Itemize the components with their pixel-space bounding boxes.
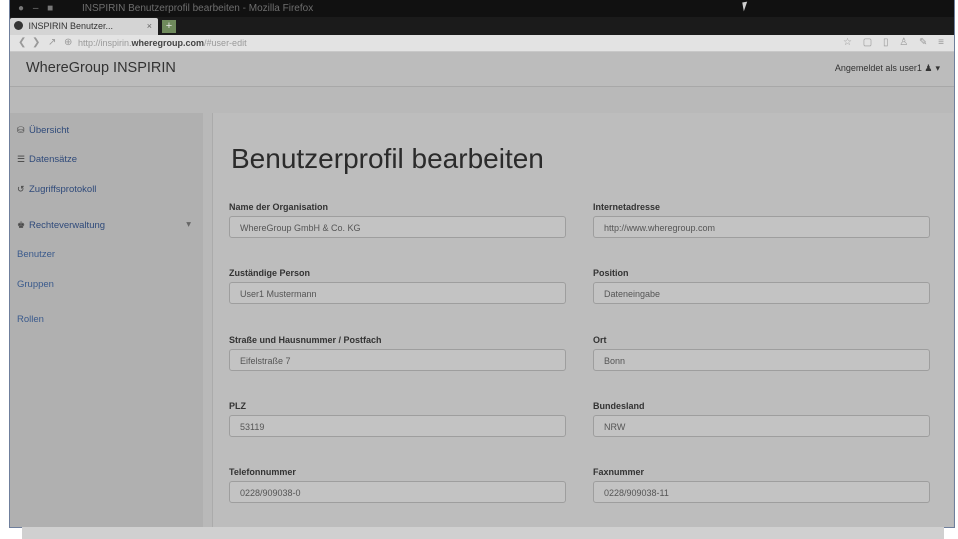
person-input[interactable]: User1 Mustermann (229, 282, 566, 304)
reload-icon[interactable]: ↗ (48, 35, 56, 51)
app-brand[interactable]: WhereGroup INSPIRIN (26, 60, 176, 76)
window-shadow (22, 527, 944, 539)
sidebar-item-rechteverwaltung[interactable]: ♚ Rechteverwaltung ▾ (10, 213, 203, 237)
field-ort: Ort Bonn (593, 335, 930, 371)
toolbar-icons[interactable]: ☆ ▢ ▯ ♙ ✎ ≡ (843, 35, 948, 51)
sidebar-item-label: Gruppen (17, 279, 54, 290)
globe-icon: ⊕ (64, 37, 73, 48)
position-input[interactable]: Dateneingabe (593, 282, 930, 304)
url-bar[interactable]: http://inspirin.wheregroup.com/#user-edi… (78, 35, 247, 51)
forward-icon[interactable]: ❯ (32, 35, 40, 51)
favicon-icon (14, 21, 23, 30)
sidebar-item-label: Übersicht (29, 125, 70, 136)
sidebar-item-benutzer[interactable]: Benutzer (10, 243, 210, 267)
window-title: INSPIRIN Benutzerprofil bearbeiten - Moz… (82, 3, 314, 14)
field-label: Zuständige Person (229, 268, 311, 278)
field-label: Faxnummer (593, 467, 645, 477)
sidebar-item-rollen[interactable]: Rollen (10, 308, 210, 332)
field-plz: PLZ 53119 (229, 401, 566, 437)
sidebar-item-label: Rechteverwaltung (29, 220, 106, 231)
field-label: Bundesland (593, 401, 645, 411)
field-telefon: Telefonnummer 0228/909038-0 (229, 467, 566, 503)
field-strasse: Straße und Hausnummer / Postfach Eifelst… (229, 335, 566, 371)
main-content: Benutzerprofil bearbeiten Name der Organ… (212, 113, 953, 527)
user-menu[interactable]: Angemeldet als user1 ♟ ▾ (835, 63, 940, 74)
tab-label: INSPIRIN Benutzer... (28, 21, 114, 31)
field-label: Telefonnummer (229, 467, 296, 477)
sidebar-item-label: Datensätze (29, 154, 78, 165)
organisation-input[interactable]: WhereGroup GmbH & Co. KG (229, 216, 566, 238)
sidebar-item-label: Rollen (17, 314, 44, 325)
history-icon: ↺ (17, 184, 25, 194)
page-title: Benutzerprofil bearbeiten (231, 143, 544, 174)
caret-down-icon: ▾ (935, 63, 940, 73)
app-header: WhereGroup INSPIRIN Angemeldet als user1… (10, 52, 954, 87)
sidebar-item-label: Zugriffsprotokoll (29, 184, 97, 195)
dashboard-icon: ⛁ (17, 125, 25, 135)
field-fax: Faxnummer 0228/909038-11 (593, 467, 930, 503)
users-icon: ♚ (17, 220, 26, 230)
sidebar: ⛁ Übersicht ☰ Datensätze ↺ Zugriffsprotokol… (10, 113, 203, 527)
list-icon: ☰ (17, 154, 26, 164)
field-organisation: Name der Organisation WhereGroup GmbH & … (229, 202, 566, 238)
sidebar-item-uebersicht[interactable]: ⛁ Übersicht (10, 118, 203, 142)
window-controls[interactable]: ● – ■ (18, 0, 56, 17)
chevron-down-icon: ▾ (186, 219, 191, 230)
sidebar-item-datensaetze[interactable]: ☰ Datensätze (10, 147, 203, 171)
fax-input[interactable]: 0228/909038-11 (593, 481, 930, 503)
field-internetadresse: Internetadresse http://www.wheregroup.co… (593, 202, 930, 238)
field-label: Name der Organisation (229, 202, 329, 212)
ort-input[interactable]: Bonn (593, 349, 930, 371)
sidebar-item-gruppen[interactable]: Gruppen (10, 273, 210, 297)
field-label: Straße und Hausnummer / Postfach (229, 335, 382, 345)
browser-window: ● – ■ INSPIRIN Benutzerprofil bearbeiten… (10, 0, 954, 527)
window-titlebar: ● – ■ INSPIRIN Benutzerprofil bearbeiten… (10, 0, 954, 17)
tab-close-icon[interactable]: × (147, 18, 152, 35)
field-person: Zuständige Person User1 Mustermann (229, 268, 566, 304)
sidebar-item-zugriffsprotokoll[interactable]: ↺ Zugriffsprotokoll (10, 177, 203, 201)
user-icon: ♟ (924, 63, 933, 73)
field-label: PLZ (229, 401, 246, 411)
back-icon[interactable]: ❮ (18, 35, 26, 51)
telefon-input[interactable]: 0228/909038-0 (229, 481, 566, 503)
field-label: Internetadresse (593, 202, 661, 212)
tab-bar: INSPIRIN Benutzer... × + (10, 17, 954, 35)
browser-tab[interactable]: INSPIRIN Benutzer... × (10, 18, 158, 35)
sidebar-item-label: Benutzer (17, 249, 56, 260)
field-bundesland: Bundesland NRW (593, 401, 930, 437)
field-label: Position (593, 268, 629, 278)
mouse-cursor-icon (742, 1, 749, 12)
field-label: Ort (593, 335, 607, 345)
field-position: Position Dateneingabe (593, 268, 930, 304)
url-domain: wheregroup.com (131, 38, 205, 48)
strasse-input[interactable]: Eifelstraße 7 (229, 349, 566, 371)
user-label: Angemeldet als user1 (834, 63, 922, 73)
bundesland-input[interactable]: NRW (593, 415, 930, 437)
internetadresse-input[interactable]: http://www.wheregroup.com (593, 216, 930, 238)
plz-input[interactable]: 53119 (229, 415, 566, 437)
url-prefix: http://inspirin. (78, 38, 132, 48)
navigation-bar: ❮ ❯ ↗ ⊕ http://inspirin.wheregroup.com/#… (10, 35, 954, 52)
url-path: /#user-edit (204, 38, 247, 48)
new-tab-button[interactable]: + (162, 20, 176, 33)
